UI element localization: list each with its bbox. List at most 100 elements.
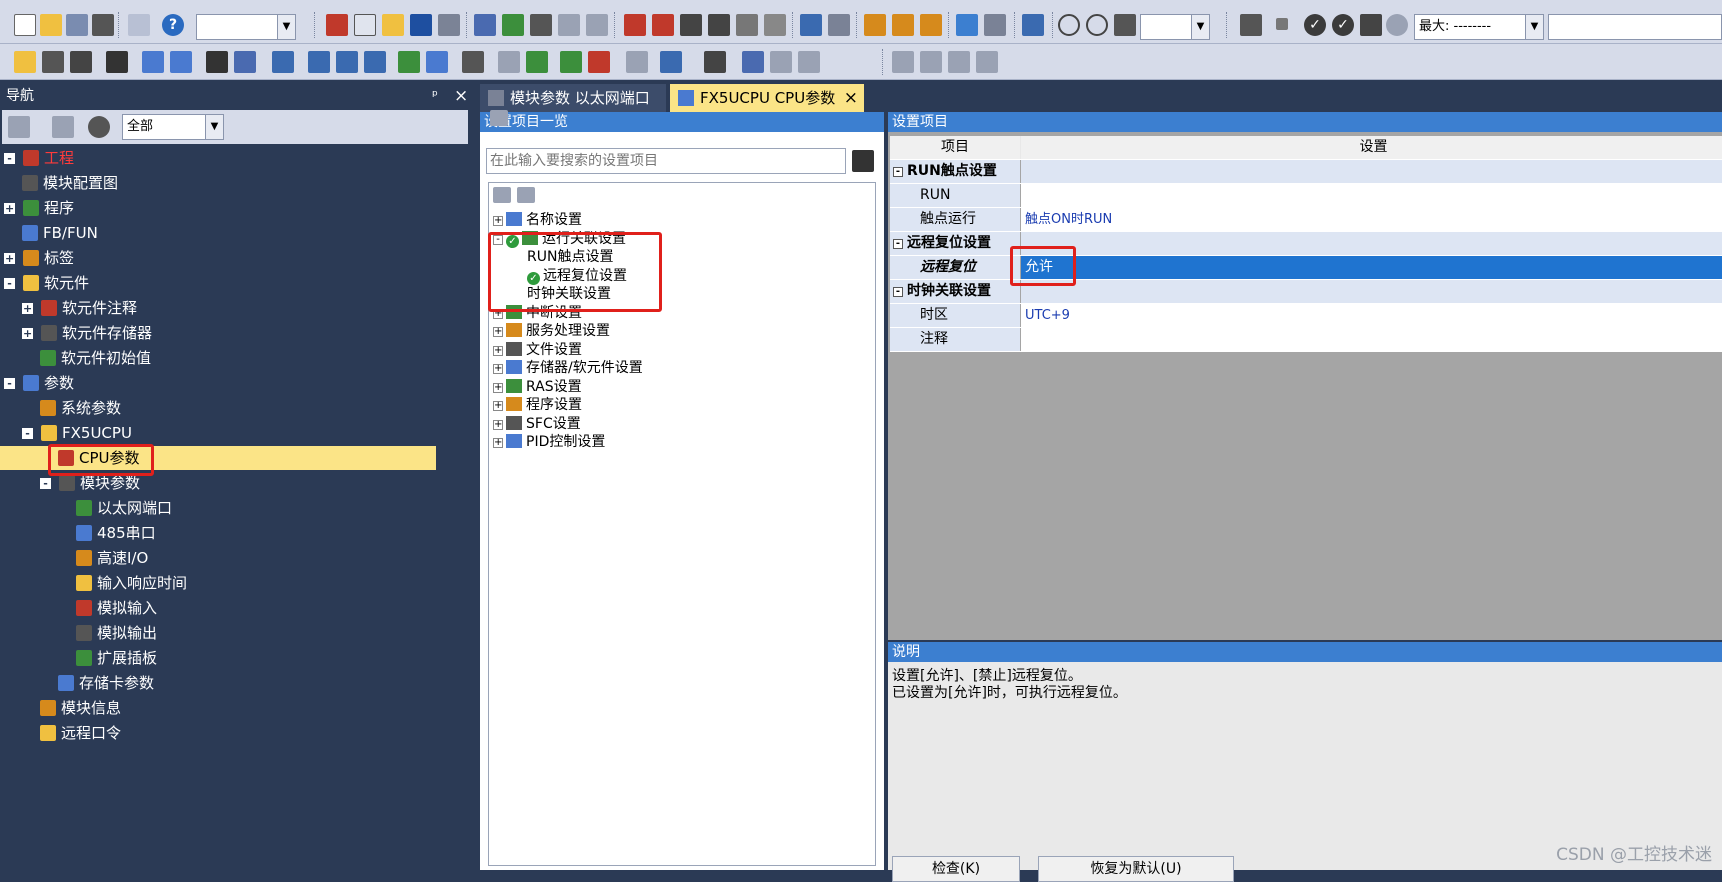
gear-icon[interactable]: [88, 116, 110, 138]
restore-default-button[interactable]: 恢复为默认(U): [1038, 856, 1234, 882]
collapse-icon[interactable]: -: [893, 287, 903, 297]
paste-format-icon[interactable]: [128, 14, 150, 36]
device-list-icon[interactable]: [530, 14, 552, 36]
expand-icon[interactable]: +: [493, 419, 503, 430]
settings-tree-item[interactable]: + PID控制设置: [493, 433, 605, 451]
tree-item[interactable]: 模拟输出: [76, 621, 157, 645]
tree-item[interactable]: + 程序: [4, 196, 74, 220]
layout-a-icon[interactable]: [892, 51, 914, 73]
cut-icon[interactable]: [326, 14, 348, 36]
copy-icon[interactable]: [354, 14, 376, 36]
window-list-icon[interactable]: [170, 51, 192, 73]
dev-off-icon[interactable]: [828, 14, 850, 36]
expand-icon[interactable]: +: [493, 364, 503, 374]
expand-icon[interactable]: +: [493, 345, 503, 356]
search-icon[interactable]: [852, 150, 874, 172]
tree-item[interactable]: 485串口: [76, 521, 156, 545]
tree-item[interactable]: 高速I/O: [76, 546, 148, 570]
dev-batch-icon[interactable]: [308, 51, 330, 73]
grid-value-cell[interactable]: [1021, 184, 1722, 207]
tree-item[interactable]: - 工程: [4, 146, 74, 170]
verify-icon[interactable]: [680, 14, 702, 36]
tree-item[interactable]: - 参数: [4, 371, 74, 395]
zoom-out-icon[interactable]: [1086, 14, 1108, 36]
layout-b-icon[interactable]: [920, 51, 942, 73]
device-usage-icon[interactable]: [426, 51, 448, 73]
expand-icon[interactable]: +: [493, 438, 503, 448]
print-range-icon[interactable]: [798, 51, 820, 73]
network-icon[interactable]: [526, 51, 548, 73]
module-config-icon[interactable]: [42, 51, 64, 73]
print-preview-icon[interactable]: [742, 51, 764, 73]
wizard-icon[interactable]: [704, 51, 726, 73]
settings-tree-item[interactable]: + 名称设置: [493, 211, 582, 229]
settings-tree-item[interactable]: + RAS设置: [493, 378, 582, 396]
fit-icon[interactable]: [1114, 14, 1136, 36]
jump-icon[interactable]: [864, 14, 886, 36]
timer-icon[interactable]: [1386, 14, 1408, 36]
undo-icon[interactable]: [410, 14, 432, 36]
collapse-icon[interactable]: -: [4, 278, 15, 289]
tree-item[interactable]: 软元件初始值: [40, 346, 151, 370]
dev-register-icon[interactable]: [336, 51, 358, 73]
device-search-icon[interactable]: [502, 14, 524, 36]
expand-icon[interactable]: +: [493, 216, 503, 226]
tree-item[interactable]: - FX5UCPU: [22, 421, 132, 445]
zoom-in-icon[interactable]: [1058, 14, 1080, 36]
grid-value-cell[interactable]: UTC+9: [1021, 304, 1722, 327]
adjust-icon[interactable]: [626, 51, 648, 73]
write-icon[interactable]: [624, 14, 646, 36]
jump-next-icon[interactable]: [920, 14, 942, 36]
simulation-icon[interactable]: [1240, 14, 1262, 36]
read-icon[interactable]: [652, 14, 674, 36]
edit-check-icon[interactable]: [560, 51, 582, 73]
layout-d-icon[interactable]: [976, 51, 998, 73]
close-icon[interactable]: ×: [454, 84, 468, 108]
print-setup-icon[interactable]: [770, 51, 792, 73]
save-icon[interactable]: [66, 14, 88, 36]
dev-buffer-icon[interactable]: [364, 51, 386, 73]
layout-icon[interactable]: [1022, 14, 1044, 36]
dev-icon[interactable]: [800, 14, 822, 36]
settings-tree-item[interactable]: + 存储器/软元件设置: [493, 359, 643, 377]
layout-c-icon[interactable]: [948, 51, 970, 73]
device-icon[interactable]: [474, 14, 496, 36]
dev-monitor-icon[interactable]: [272, 51, 294, 73]
redo-icon[interactable]: [438, 14, 460, 36]
tree-item[interactable]: 存储卡参数: [58, 671, 154, 695]
expand-all-icon[interactable]: [493, 187, 511, 203]
list-icon[interactable]: [462, 51, 484, 73]
search-input[interactable]: 在此输入要搜索的设置项目: [486, 148, 846, 174]
nav-filter-select[interactable]: 全部 ▼: [122, 114, 224, 140]
arrow-icon[interactable]: [1360, 14, 1382, 36]
close-tab-icon[interactable]: ×: [844, 84, 858, 112]
tree-item[interactable]: + 软元件注释: [22, 296, 137, 320]
tree-item[interactable]: FB/FUN: [22, 221, 98, 245]
print-icon[interactable]: [92, 14, 114, 36]
tool-icon[interactable]: [498, 51, 520, 73]
tree-view-icon[interactable]: [8, 116, 30, 138]
expand-icon[interactable]: +: [493, 327, 503, 337]
device-replace-icon[interactable]: [558, 14, 580, 36]
grid-row[interactable]: 触点运行 触点ON时RUN: [890, 208, 1722, 232]
collapse-icon[interactable]: -: [4, 378, 15, 389]
tree-item[interactable]: 输入响应时间: [76, 571, 187, 595]
monitor-icon[interactable]: [708, 14, 730, 36]
expand-icon[interactable]: +: [493, 401, 503, 411]
settings-tree-item[interactable]: + 服务处理设置: [493, 322, 610, 340]
diagnose-icon[interactable]: [588, 51, 610, 73]
expand-all-icon[interactable]: [490, 110, 508, 126]
binoculars-icon[interactable]: [206, 51, 228, 73]
grid-value-cell[interactable]: 允许: [1021, 256, 1722, 279]
expand-icon[interactable]: +: [493, 382, 503, 393]
tab-module-ethernet[interactable]: 模块参数 以太网端口: [480, 84, 666, 112]
settings-tree-item[interactable]: + 程序设置: [493, 396, 582, 414]
window-off-icon[interactable]: [984, 14, 1006, 36]
open-folder-icon[interactable]: [40, 14, 62, 36]
max-combo[interactable]: 最大: -------- ▼: [1414, 14, 1544, 40]
collapse-icon[interactable]: [52, 116, 74, 138]
tree-item[interactable]: 模拟输入: [76, 596, 157, 620]
tree-item[interactable]: + 标签: [4, 246, 74, 270]
check-button[interactable]: 检查(K): [892, 856, 1020, 882]
jump-back-icon[interactable]: [892, 14, 914, 36]
